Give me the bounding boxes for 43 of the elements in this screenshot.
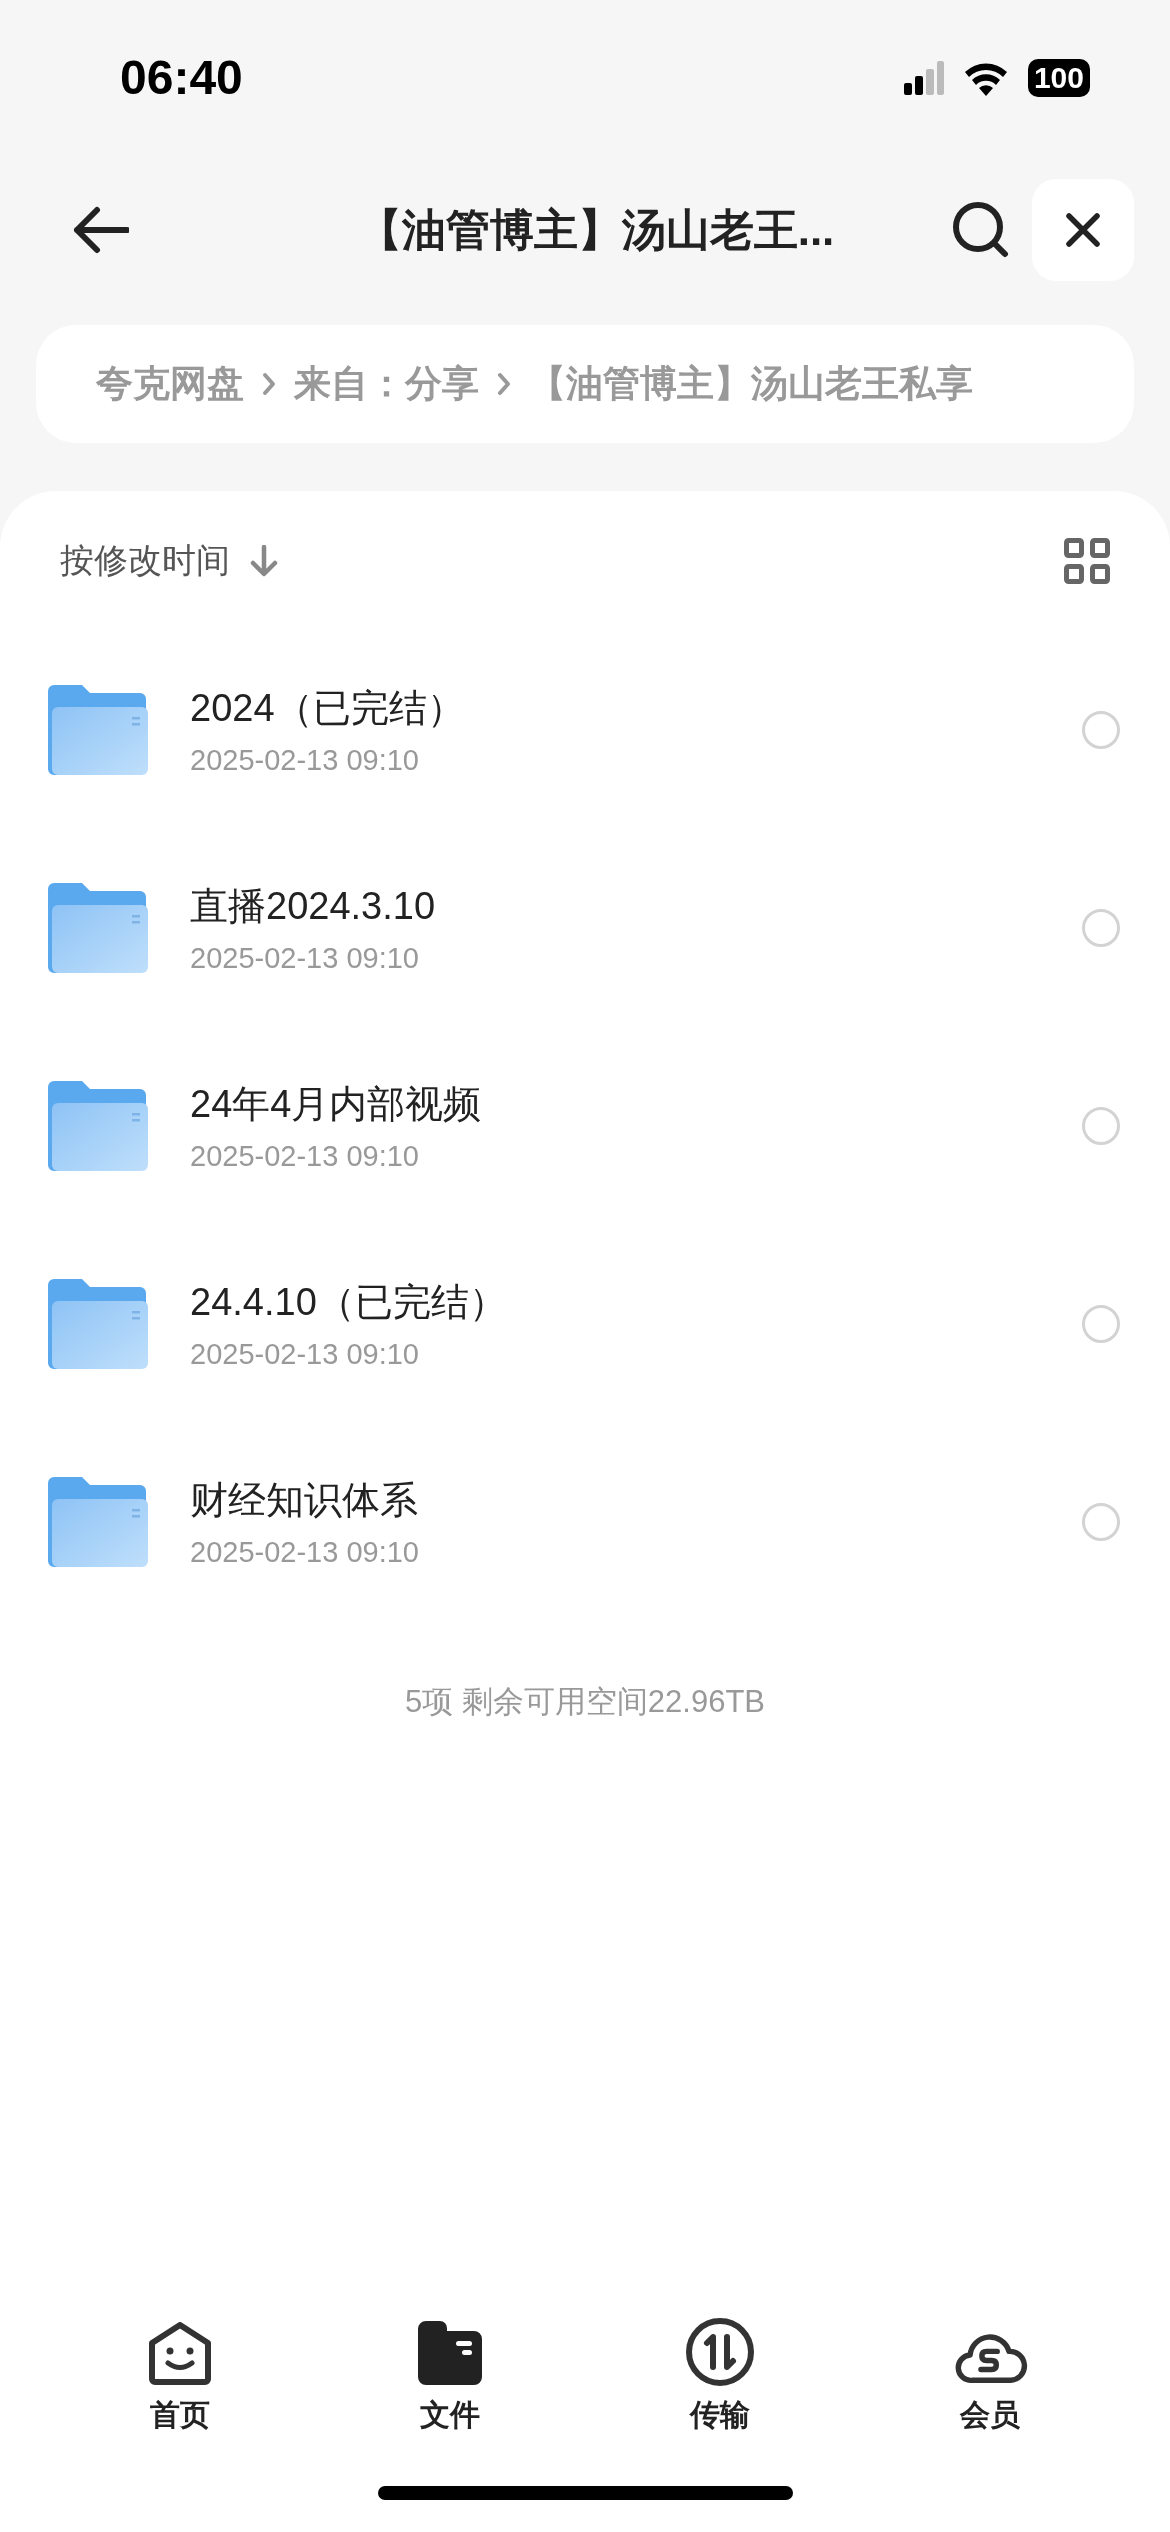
folder-row[interactable]: 直播2024.3.10 2025-02-13 09:10 [0,829,1170,1027]
tab-item[interactable]: 会员 [900,2315,1080,2436]
select-radio[interactable] [1082,909,1120,947]
storage-summary: 5项 剩余可用空间22.96TB [404,1683,765,1721]
status-time: 06:40 [120,50,243,105]
folder-icon [48,1477,148,1567]
battery-level: 100 [1027,58,1090,97]
grid-view-icon[interactable] [1064,538,1110,584]
select-radio[interactable] [1082,711,1120,749]
folder-icon [48,685,148,775]
folder-date: 2025-02-13 09:10 [190,1140,420,1173]
tab-item[interactable]: 首页 [90,2315,270,2436]
folder-name: 财经知识体系 [190,1478,419,1523]
folder-icon [48,883,148,973]
folder-icon [48,1081,148,1171]
folder-row[interactable]: 2024（已完结） 2025-02-13 09:10 [0,631,1170,829]
close-button[interactable] [1032,179,1134,281]
back-arrow-icon [73,206,129,254]
folder-date: 2025-02-13 09:10 [190,1338,420,1371]
close-icon [1066,213,1100,247]
select-radio[interactable] [1082,1107,1120,1145]
folder-name: 2024（已完结） [190,686,466,731]
tab-item[interactable]: 传输 [630,2315,810,2436]
chevron-icon [262,372,276,396]
folder-date: 2025-02-13 09:10 [190,942,420,975]
folder-date: 2025-02-13 09:10 [190,1536,420,1569]
chevron-icon [497,372,511,396]
select-radio[interactable] [1082,1503,1120,1541]
folder-row[interactable]: 24.4.10（已完结） 2025-02-13 09:10 [0,1225,1170,1423]
folder-name: 24年4月内部视频 [190,1082,483,1127]
folder-name: 直播2024.3.10 [190,884,437,929]
select-radio[interactable] [1082,1305,1120,1343]
folder-icon [48,1279,148,1369]
folder-name: 24.4.10（已完结） [190,1280,508,1325]
down-arrow-icon [250,545,278,577]
sort-button[interactable]: 按修改时间 [60,538,278,584]
folder-row[interactable]: 财经知识体系 2025-02-13 09:10 [0,1423,1170,1621]
folder-row[interactable]: 24年4月内部视频 2025-02-13 09:10 [0,1027,1170,1225]
tab-item[interactable]: 文件 [360,2315,540,2436]
signal-icon [903,60,944,95]
folder-date: 2025-02-13 09:10 [190,744,420,777]
search-icon [951,200,1011,260]
page-title: 【油管博主】汤山老王... [356,203,836,256]
